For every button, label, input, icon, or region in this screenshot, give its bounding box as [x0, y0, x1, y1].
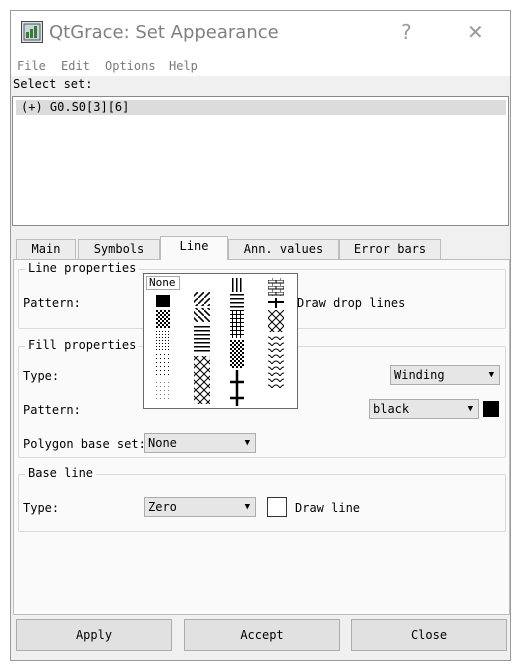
pattern-option[interactable]	[230, 294, 244, 308]
menu-bar: File Edit Options Help	[11, 56, 510, 76]
menu-file[interactable]: File	[17, 59, 46, 73]
pattern-option[interactable]	[268, 310, 284, 332]
fill-properties-title: Fill properties	[25, 338, 140, 352]
tab-error-bars[interactable]: Error bars	[339, 239, 441, 259]
fill-color-value: black	[373, 402, 410, 416]
apply-button[interactable]: Apply	[16, 619, 172, 651]
polygon-base-set-value: None	[148, 436, 177, 450]
base-line-type-dropdown[interactable]: Zero ▼	[144, 497, 256, 517]
pattern-option[interactable]	[230, 340, 244, 368]
base-line-group: Base line Type: Zero ▼ Draw line	[18, 466, 506, 532]
chevron-down-icon: ▼	[244, 502, 250, 512]
line-pattern-label: Pattern:	[23, 296, 81, 310]
menu-options[interactable]: Options	[105, 59, 156, 73]
pattern-option[interactable]	[156, 354, 170, 376]
base-line-title: Base line	[25, 466, 97, 480]
close-window-button[interactable]: ✕	[467, 20, 484, 44]
pattern-option[interactable]	[194, 292, 210, 306]
pattern-option[interactable]	[268, 334, 284, 388]
draw-line-checkbox[interactable]	[267, 497, 287, 517]
help-button[interactable]: ?	[401, 20, 412, 44]
draw-line-label[interactable]: Draw line	[295, 501, 360, 515]
fill-color-swatch	[483, 401, 499, 417]
fill-rule-dropdown[interactable]: Winding ▼	[390, 365, 500, 385]
pattern-option[interactable]	[230, 370, 244, 406]
tab-line[interactable]: Line	[160, 236, 228, 260]
line-properties-title: Line properties	[25, 261, 140, 275]
pattern-option[interactable]	[268, 298, 284, 308]
tab-symbols[interactable]: Symbols	[78, 239, 160, 259]
menu-help[interactable]: Help	[169, 59, 198, 73]
pattern-option[interactable]	[156, 310, 170, 328]
tab-main[interactable]: Main	[16, 239, 76, 259]
base-line-type-value: Zero	[148, 500, 177, 514]
tab-ann-values[interactable]: Ann. values	[228, 239, 339, 259]
pattern-popup[interactable]: None	[143, 273, 298, 409]
base-line-type-label: Type:	[23, 501, 60, 515]
pattern-option[interactable]	[156, 380, 170, 402]
select-set-label: Select set:	[13, 77, 93, 91]
chevron-down-icon: ▼	[488, 370, 494, 380]
chevron-down-icon: ▼	[467, 404, 473, 414]
pattern-option[interactable]	[230, 310, 244, 338]
pattern-option[interactable]	[156, 295, 170, 307]
chevron-down-icon: ▼	[244, 438, 250, 448]
accept-button[interactable]: Accept	[184, 619, 340, 651]
pattern-option[interactable]	[268, 278, 284, 296]
draw-drop-lines-label[interactable]: Draw drop lines	[297, 296, 405, 310]
close-button[interactable]: Close	[351, 619, 507, 651]
polygon-base-set-dropdown[interactable]: None ▼	[144, 433, 256, 453]
set-list-item[interactable]: (+) G0.S0[3][6]	[16, 100, 506, 115]
pattern-option[interactable]	[194, 308, 210, 322]
pattern-option[interactable]	[194, 356, 210, 404]
title-bar: QtGrace: Set Appearance ? ✕	[11, 11, 510, 56]
pattern-option[interactable]	[194, 324, 210, 354]
pattern-option[interactable]	[230, 278, 244, 292]
fill-color-dropdown[interactable]: black ▼	[369, 399, 479, 419]
window-title: QtGrace: Set Appearance	[49, 22, 279, 43]
fill-rule-value: Winding	[394, 368, 445, 382]
pattern-option[interactable]	[156, 330, 170, 352]
set-list[interactable]: (+) G0.S0[3][6]	[12, 96, 509, 226]
menu-edit[interactable]: Edit	[61, 59, 90, 73]
polygon-base-set-label: Polygon base set:	[23, 437, 146, 451]
pattern-grid[interactable]	[144, 274, 299, 410]
qtgrace-app-icon	[21, 21, 43, 43]
fill-pattern-label: Pattern:	[23, 403, 81, 417]
fill-type-label: Type:	[23, 369, 60, 383]
